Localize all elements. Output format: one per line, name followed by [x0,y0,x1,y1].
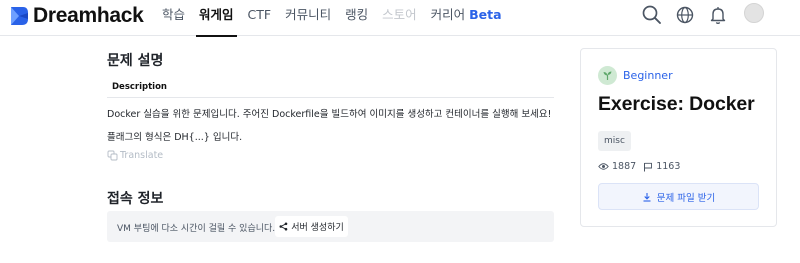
search-icon[interactable] [641,4,663,26]
menu-item-store: 스토어 [382,7,417,22]
difficulty-label[interactable]: Beginner [623,69,673,82]
difficulty-level: Beginner [598,66,673,85]
description-tab-bar: Description [107,78,554,98]
menu-item-learn[interactable]: 학습 [155,0,192,36]
challenge-title: Exercise: Docker [598,93,755,115]
download-icon [643,192,651,202]
tab-description[interactable]: Description [112,82,167,92]
problem-heading: 문제 설명 [107,53,164,69]
description-line-1: Docker 실습을 위한 문제입니다. 주어진 Dockerfile을 빌드하… [107,109,552,120]
challenge-stats: 1887 1163 [598,161,680,172]
translate-icon [107,150,118,161]
beta-badge: Beta [469,7,502,22]
globe-icon[interactable] [674,4,696,26]
download-files-label: 문제 파일 받기 [656,192,716,204]
menu-item-ctf[interactable]: CTF [241,0,279,36]
top-navbar: Dreamhack 학습 워게임 CTF 커뮤니티 랭킹 스토어 커리어 Bet… [0,0,800,37]
logo[interactable]: Dreamhack [9,4,144,28]
vm-info-box: VM 부팅에 다소 시간이 걸릴 수 있습니다. 서버 생성하기 [107,211,554,242]
menu-item-ranking[interactable]: 랭킹 [338,0,375,36]
solve-count: 1163 [656,161,681,172]
menu-item-career-label: 커리어 [430,7,466,22]
menu-item-career[interactable]: 커리어 Beta [424,0,509,36]
translate-button[interactable]: Translate [107,150,163,161]
vm-boot-notice: VM 부팅에 다소 시간이 걸릴 수 있습니다. [117,224,276,234]
sprout-icon [598,66,617,85]
access-heading: 접속 정보 [107,191,164,207]
flag-icon [644,162,653,171]
main-menu: 학습 워게임 CTF 커뮤니티 랭킹 스토어 커리어 Beta [155,0,509,37]
share-icon [279,222,288,231]
translate-label: Translate [120,150,164,161]
create-server-label: 서버 생성하기 [291,223,344,233]
view-count: 1887 [612,161,637,172]
create-server-button[interactable]: 서버 생성하기 [275,216,348,237]
category-tag[interactable]: misc [598,131,631,151]
menu-item-community[interactable]: 커뮤니티 [278,0,338,36]
description-line-2: 플래그의 형식은 DH{...} 입니다. [107,132,243,143]
bell-icon[interactable] [707,4,729,26]
download-files-button[interactable]: 문제 파일 받기 [598,183,759,210]
dreamhack-logo-icon [11,7,28,25]
menu-item-wargame[interactable]: 워게임 [192,0,241,37]
avatar[interactable] [744,3,764,23]
eye-icon [598,163,609,170]
logo-text: Dreamhack [33,4,144,27]
challenge-info-card: Beginner Exercise: Docker misc 1887 1163… [580,48,777,227]
